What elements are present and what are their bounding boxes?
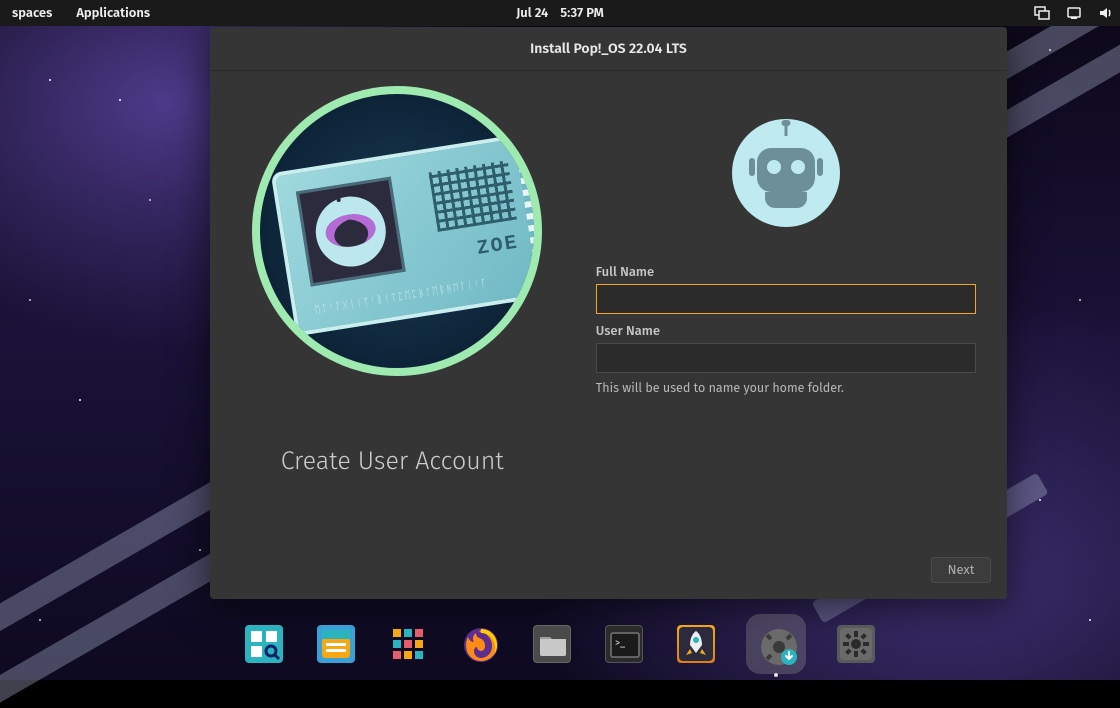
avatar-picker[interactable] bbox=[732, 119, 840, 227]
volume-icon[interactable] bbox=[1098, 5, 1114, 21]
network-icon[interactable] bbox=[1066, 5, 1082, 21]
badge-glyphs: ᛖᛚᛌᚪᚷᛁᛁᛉᛌᛒᛁᛏᛈᛖᛈᛒᛚᛖᛒᚻᛖᛚᛁᛌᚪ bbox=[314, 278, 489, 317]
workspaces-menu[interactable]: spaces bbox=[0, 6, 64, 21]
dock-workspaces[interactable] bbox=[242, 622, 286, 666]
step-heading: Create User Account bbox=[281, 446, 504, 476]
user-name-input[interactable] bbox=[596, 343, 976, 373]
dock-pop-shop[interactable] bbox=[674, 622, 718, 666]
installer-window: Install Pop!_OS 22.04 LTS ZOE ᛖᛚᛌᚪᚷᛁᛁᛉᛌᛒ… bbox=[210, 27, 1007, 599]
svg-text:>_: >_ bbox=[615, 637, 626, 649]
full-name-label: Full Name bbox=[596, 265, 976, 280]
panel-date[interactable]: Jul 24 bbox=[516, 6, 548, 21]
user-name-hint: This will be used to name your home fold… bbox=[596, 381, 976, 396]
window-titlebar[interactable]: Install Pop!_OS 22.04 LTS bbox=[210, 27, 1007, 71]
dock-firefox[interactable] bbox=[458, 622, 502, 666]
top-panel: spaces Applications Jul 24 5:37 PM bbox=[0, 0, 1120, 26]
dock-file-manager[interactable] bbox=[530, 622, 574, 666]
user-name-label: User Name bbox=[596, 324, 976, 339]
robot-avatar-icon bbox=[747, 134, 825, 212]
dock-files[interactable] bbox=[314, 622, 358, 666]
dock-applications[interactable] bbox=[386, 622, 430, 666]
window-indicator-icon[interactable] bbox=[1034, 5, 1050, 21]
dock-installer[interactable] bbox=[746, 614, 806, 674]
window-title: Install Pop!_OS 22.04 LTS bbox=[530, 40, 687, 57]
full-name-input[interactable] bbox=[596, 284, 976, 314]
badge-name: ZOE bbox=[476, 232, 521, 261]
next-button[interactable]: Next bbox=[931, 557, 991, 583]
id-badge-illustration: ZOE ᛖᛚᛌᚪᚷᛁᛁᛉᛌᛒᛁᛏᛈᛖᛈᛒᛚᛖᛒᚻᛖᛚᛁᛌᚪ bbox=[252, 86, 542, 376]
dock: >_ bbox=[228, 608, 892, 676]
panel-time[interactable]: 5:37 PM bbox=[560, 6, 604, 21]
dock-settings[interactable] bbox=[834, 622, 878, 666]
dock-terminal[interactable]: >_ bbox=[602, 622, 646, 666]
applications-menu[interactable]: Applications bbox=[64, 6, 162, 21]
